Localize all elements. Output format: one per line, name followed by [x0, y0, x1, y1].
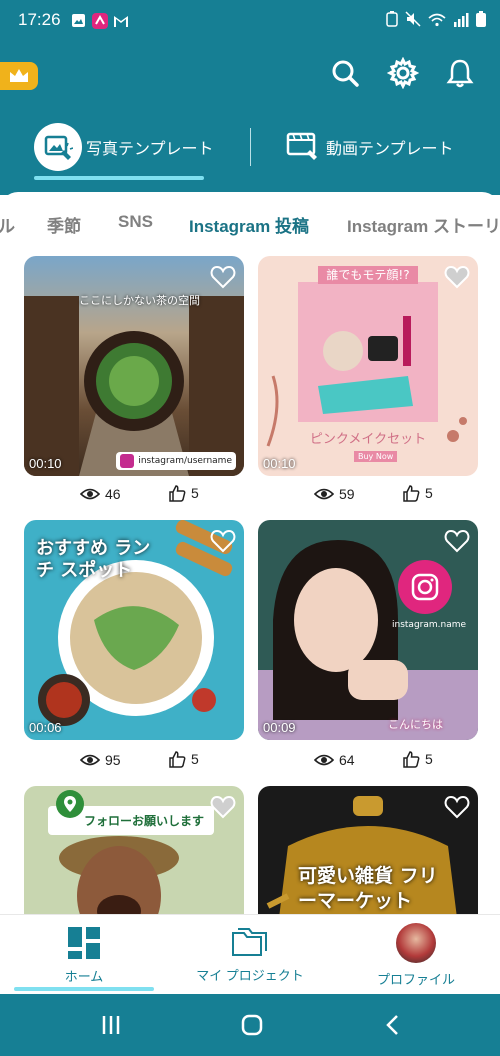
card-cta: Buy Now [354, 451, 398, 462]
avatar [396, 922, 436, 963]
mute-icon [405, 11, 421, 32]
dashboard-icon [68, 926, 100, 959]
eye-icon [80, 754, 100, 766]
mail-icon [113, 13, 128, 28]
bottom-navigation: ホーム マイ プロジェクト プロファイル [0, 914, 500, 994]
gear-icon [387, 57, 419, 89]
category-bar: ル 季節 SNS Instagram 投稿 Instagram ストーリ [0, 192, 500, 252]
card-likes: 5 [402, 484, 433, 502]
app-notification-icon [91, 12, 108, 29]
card-title: 可愛い雑貨 フリーマーケット [298, 865, 438, 912]
premium-crown-button[interactable] [0, 62, 38, 90]
category-item-instagram-story[interactable]: Instagram ストーリ [347, 212, 500, 237]
thumbs-up-icon [403, 751, 420, 768]
card-views: 59 [314, 486, 355, 502]
instagram-icon [398, 560, 452, 614]
card-title: おすすめ ランチ スポット [36, 538, 151, 581]
nav-profile[interactable]: プロファイル [366, 915, 466, 995]
card-views: 64 [314, 752, 355, 768]
video-template-icon [286, 130, 320, 165]
card-duration: 00:06 [29, 720, 62, 735]
tab-photo-label: 写真テンプレート [86, 141, 214, 158]
heart-icon[interactable] [444, 794, 470, 820]
nav-home[interactable]: ホーム [34, 915, 134, 995]
card-handle: instagram/username [138, 456, 232, 466]
card-handle-badge: instagram/username [116, 452, 236, 470]
status-time: 17:26 [18, 10, 61, 29]
template-card[interactable]: おすすめ ランチ スポット 00:06 [24, 520, 244, 740]
card-title: ここにしかない茶の空間 [79, 294, 200, 307]
signal-icon [453, 12, 469, 32]
template-card[interactable]: 誰でもモテ顔!? ピンクメイクセット Buy Now 00:10 [258, 256, 478, 476]
bell-icon [446, 59, 474, 88]
heart-icon[interactable] [210, 794, 236, 820]
active-nav-indicator [14, 987, 154, 991]
tab-video-templates[interactable]: 動画テンプレート [286, 122, 454, 172]
card-title: 誰でもモテ顔!? [318, 266, 418, 284]
settings-button[interactable] [386, 56, 420, 90]
category-item-season[interactable]: 季節 [47, 212, 81, 237]
folder-icon [232, 927, 267, 956]
system-navigation-bar [0, 994, 500, 1056]
eye-icon [80, 488, 100, 500]
wifi-icon [428, 12, 446, 32]
thumbs-up-icon [403, 485, 420, 502]
heart-icon[interactable] [444, 528, 470, 554]
nav-profile-label: プロファイル [376, 971, 455, 987]
recent-apps-icon[interactable] [100, 1014, 122, 1036]
tab-divider [250, 128, 251, 166]
card-likes: 5 [402, 750, 433, 768]
card-views: 46 [80, 486, 121, 502]
card-caption: こんにちは [388, 718, 443, 731]
card-duration: 00:10 [29, 456, 62, 471]
search-icon [332, 60, 359, 87]
status-bar: 17:26 [0, 0, 500, 40]
photo-template-icon [34, 123, 82, 171]
template-card[interactable]: instagram.name こんにちは 00:09 [258, 520, 478, 740]
card-likes: 5 [168, 750, 199, 768]
card-duration: 00:09 [263, 720, 296, 735]
category-item[interactable]: ル [0, 212, 15, 237]
home-icon[interactable] [240, 1013, 264, 1037]
notifications-button[interactable] [443, 56, 477, 90]
eye-icon [314, 488, 334, 500]
heart-icon[interactable] [210, 528, 236, 554]
eye-icon [314, 754, 334, 766]
battery-saver-icon [386, 11, 398, 32]
crown-icon [10, 69, 28, 82]
app-header: 写真テンプレート 動画テンプレート [0, 40, 500, 195]
location-pin-icon [56, 790, 84, 818]
search-button[interactable] [328, 56, 362, 90]
template-card[interactable]: フォローお願いします [24, 786, 244, 914]
back-icon[interactable] [384, 1014, 400, 1036]
heart-icon[interactable] [210, 264, 236, 290]
thumbs-up-icon [169, 751, 186, 768]
nav-my-projects-label: マイ プロジェクト [196, 967, 304, 983]
nav-home-label: ホーム [64, 968, 104, 984]
heart-icon[interactable] [444, 264, 470, 290]
thumbs-up-icon [169, 485, 186, 502]
battery-icon [476, 11, 486, 32]
active-tab-indicator [34, 176, 204, 180]
category-item-instagram-post[interactable]: Instagram 投稿 [189, 212, 309, 237]
gallery-icon [71, 13, 86, 28]
template-card[interactable]: ここにしかない茶の空間 instagram/username 00:10 [24, 256, 244, 476]
category-item-sns[interactable]: SNS [118, 212, 153, 232]
tab-video-label: 動画テンプレート [326, 141, 454, 158]
card-views: 95 [80, 752, 121, 768]
template-panel: ル 季節 SNS Instagram 投稿 Instagram ストーリ ここに… [0, 192, 500, 914]
card-duration: 00:10 [263, 456, 296, 471]
nav-my-projects[interactable]: マイ プロジェクト [180, 915, 320, 995]
instagram-icon [120, 454, 135, 468]
tab-photo-templates[interactable]: 写真テンプレート [34, 122, 214, 172]
card-likes: 5 [168, 484, 199, 502]
template-card[interactable]: 可愛い雑貨 フリーマーケット [258, 786, 478, 914]
card-handle: instagram.name [392, 620, 467, 630]
card-subtitle: ピンクメイクセット [309, 432, 427, 447]
